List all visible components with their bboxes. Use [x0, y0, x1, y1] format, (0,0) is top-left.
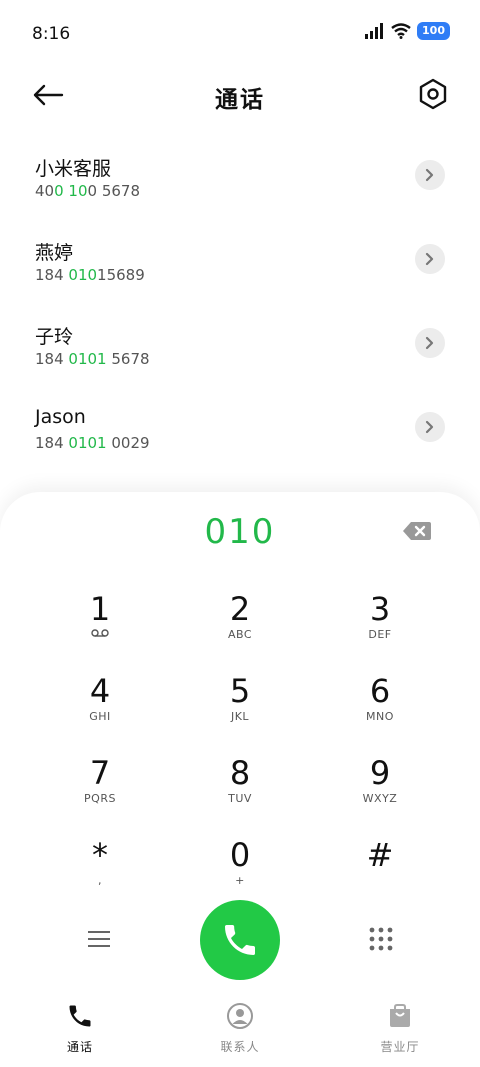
contact-number: 184 01015689 — [35, 266, 145, 284]
chevron-right-icon — [425, 336, 434, 350]
menu-icon — [88, 931, 110, 947]
dialpad-icon — [369, 927, 393, 951]
key-letters: MNO — [366, 710, 394, 723]
menu-button[interactable] — [86, 928, 112, 950]
voicemail-icon — [91, 628, 109, 642]
number-part: 5678 — [106, 350, 150, 368]
backspace-icon — [403, 522, 431, 540]
contact-detail-button[interactable] — [415, 160, 445, 190]
key-9[interactable]: 9 WXYZ — [310, 752, 450, 834]
number-match: 0 — [54, 182, 64, 200]
keypad-toggle-button[interactable] — [368, 926, 394, 952]
status-icons: 100 — [365, 22, 450, 40]
dialer-panel: 010 1 2 ABC 3 DEF 4 GHI 5 JKL 6 MNO 7 PQRS 8 TUV 9 WXYZ *… — [0, 492, 480, 1067]
key-8[interactable]: 8 TUV — [170, 752, 310, 834]
nav-item-person[interactable]: 联系人 — [160, 990, 320, 1067]
status-bar: 8:16 100 — [0, 0, 480, 68]
page-title: 通话 — [215, 87, 265, 113]
number-part: 0 5678 — [87, 182, 141, 200]
contact-item[interactable]: Jason 184 0101 0029 — [0, 386, 480, 470]
key-digit: 2 — [229, 590, 251, 628]
nav-label: 通话 — [66, 1040, 93, 1054]
key-letters: , — [98, 874, 102, 887]
number-part: 15689 — [97, 266, 145, 284]
nav-item-shop-bag[interactable]: 营业厅 — [320, 990, 480, 1067]
key-digit: 9 — [369, 754, 391, 792]
contact-detail-button[interactable] — [415, 244, 445, 274]
contact-number: 184 0101 5678 — [35, 350, 150, 368]
signal-icon — [365, 23, 384, 39]
key-4[interactable]: 4 GHI — [30, 670, 170, 752]
contact-item[interactable]: 燕婷 184 01015689 — [0, 218, 480, 302]
key-letters: PQRS — [84, 792, 116, 805]
contact-name: 小米客服 — [35, 158, 112, 180]
key-digit: 6 — [369, 672, 391, 710]
nav-label: 联系人 — [220, 1040, 260, 1054]
settings-hexagon-icon — [419, 78, 447, 110]
call-button[interactable] — [200, 900, 280, 980]
contact-detail-button[interactable] — [415, 328, 445, 358]
keypad: 1 2 ABC 3 DEF 4 GHI 5 JKL 6 MNO 7 PQRS 8 TUV 9 WXYZ *, 0 + # — [30, 588, 450, 916]
key-letters: ABC — [227, 628, 253, 641]
contact-name: 燕婷 — [35, 242, 74, 264]
phone-icon — [66, 1002, 94, 1034]
contact-number: 184 0101 0029 — [35, 434, 150, 452]
key-digit: 8 — [229, 754, 251, 792]
wifi-icon — [391, 23, 411, 39]
settings-button[interactable] — [418, 78, 448, 110]
number-part: 40 — [35, 182, 55, 200]
key-digit: 3 — [369, 590, 391, 628]
key-digit: 0 — [229, 836, 251, 874]
key-5[interactable]: 5 JKL — [170, 670, 310, 752]
key-digit: 4 — [89, 672, 111, 710]
number-match: 10 — [68, 182, 88, 200]
nav-label: 营业厅 — [380, 1040, 420, 1054]
key-7[interactable]: 7 PQRS — [30, 752, 170, 834]
chevron-right-icon — [425, 168, 434, 182]
key-letters: + — [235, 874, 245, 887]
number-match: 0101 — [68, 350, 107, 368]
contact-name: 子玲 — [35, 326, 74, 348]
contact-name: Jason — [35, 406, 86, 428]
key-digit: 5 — [229, 672, 251, 710]
contact-item[interactable]: 子玲 184 0101 5678 — [0, 302, 480, 386]
status-time: 8:16 — [32, 24, 71, 44]
key-3[interactable]: 3 DEF — [310, 588, 450, 670]
header: 通话 — [0, 68, 480, 124]
chevron-right-icon — [425, 420, 434, 434]
phone-icon — [225, 925, 255, 955]
contact-list: 小米客服 400 100 5678 燕婷 184 01015689 子玲 184 0101… — [0, 134, 480, 470]
number-part: 184 — [35, 434, 69, 452]
dialer-actions — [0, 900, 480, 980]
key-letters: JKL — [230, 710, 250, 723]
key-digit: 7 — [89, 754, 111, 792]
number-match: 0101 — [68, 434, 107, 452]
key-1[interactable]: 1 — [30, 588, 170, 670]
key-letters: GHI — [89, 710, 111, 723]
bottom-nav: 通话 联系人 营业厅 — [0, 990, 480, 1067]
key-letters: WXYZ — [362, 792, 398, 805]
nav-item-phone[interactable]: 通话 — [0, 990, 160, 1067]
contact-detail-button[interactable] — [415, 412, 445, 442]
key-6[interactable]: 6 MNO — [310, 670, 450, 752]
contact-item[interactable]: 小米客服 400 100 5678 — [0, 134, 480, 218]
key-letters: TUV — [228, 792, 252, 805]
number-match: 010 — [68, 266, 98, 284]
backspace-button[interactable] — [402, 520, 432, 542]
battery-indicator: 100 — [417, 22, 450, 40]
chevron-right-icon — [425, 252, 434, 266]
number-part: 184 — [35, 266, 69, 284]
contact-number: 400 100 5678 — [35, 182, 140, 200]
person-icon — [226, 1002, 254, 1034]
shop-bag-icon — [386, 1002, 414, 1034]
key-2[interactable]: 2 ABC — [170, 588, 310, 670]
key-digit: * — [92, 836, 108, 874]
key-digit: # — [366, 836, 394, 874]
key-digit: 1 — [89, 590, 111, 628]
number-part: 0029 — [106, 434, 150, 452]
number-part: 184 — [35, 350, 69, 368]
key-letters: DEF — [368, 628, 392, 641]
